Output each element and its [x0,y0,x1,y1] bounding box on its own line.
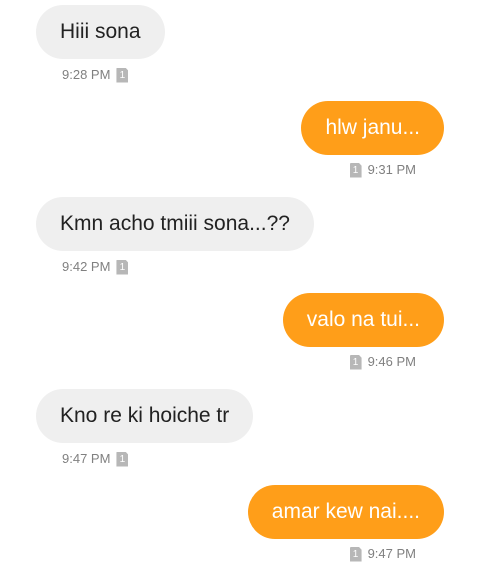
message-incoming: Kmn acho tmiii sona...?? 9:42 PM 1 [0,197,480,277]
message-incoming: Hiii sona 9:28 PM 1 [0,5,480,85]
message-outgoing: valo na tui... 1 9:46 PM [0,293,480,373]
sim-card-icon: 1 [116,451,129,467]
message-outgoing: hlw janu... 1 9:31 PM [0,101,480,181]
sim-card-icon: 1 [116,259,129,275]
message-incoming: Kno re ki hoiche tr 9:47 PM 1 [0,389,480,469]
message-timestamp: 9:47 PM [62,451,111,466]
message-meta: 9:42 PM 1 [62,259,129,275]
message-meta: 1 9:46 PM [349,354,416,370]
sim-card-icon: 1 [116,67,129,83]
message-bubble[interactable]: Hiii sona [36,5,165,59]
message-bubble[interactable]: valo na tui... [282,293,444,347]
message-meta: 9:47 PM 1 [62,451,129,467]
message-bubble[interactable]: amar kew nai.... [247,485,444,539]
sim-card-icon: 1 [349,162,362,178]
message-timestamp: 9:42 PM [62,259,111,274]
message-timestamp: 9:47 PM [367,546,416,561]
message-outgoing: amar kew nai.... 1 9:47 PM [0,485,480,565]
message-meta: 9:28 PM 1 [62,67,129,83]
message-meta: 1 9:31 PM [349,162,416,178]
message-timestamp: 9:46 PM [367,354,416,369]
message-thread: Hiii sona 9:28 PM 1 hlw janu... 1 9:31 P… [0,0,480,566]
sim-card-icon: 1 [349,354,362,370]
sim-card-icon: 1 [349,546,362,562]
message-timestamp: 9:28 PM [62,67,111,82]
message-bubble[interactable]: Kmn acho tmiii sona...?? [36,197,314,251]
message-timestamp: 9:31 PM [367,162,416,177]
message-meta: 1 9:47 PM [349,546,416,562]
message-bubble[interactable]: Kno re ki hoiche tr [36,389,254,443]
message-bubble[interactable]: hlw janu... [301,101,444,155]
